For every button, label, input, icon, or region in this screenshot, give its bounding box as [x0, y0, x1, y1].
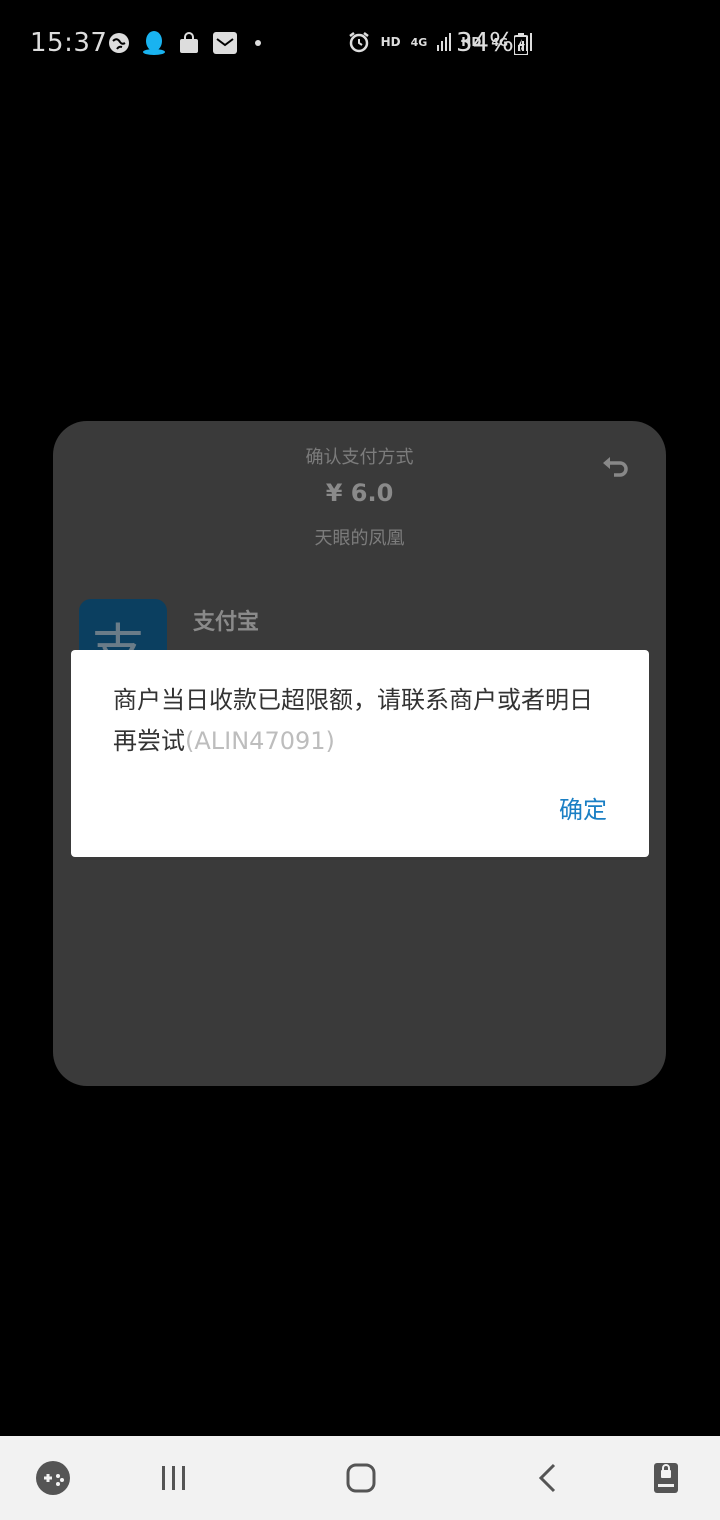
signal-icon — [437, 33, 452, 51]
shopping-bag-icon — [180, 32, 198, 53]
recent-apps-icon — [162, 1466, 185, 1490]
battery-percent: 34% — [456, 28, 514, 58]
back-button[interactable] — [508, 1436, 588, 1520]
game-launcher-button[interactable] — [13, 1436, 93, 1520]
notification-icons — [108, 30, 266, 56]
payment-method-label[interactable]: 支付宝 — [193, 604, 259, 636]
recent-apps-button[interactable] — [134, 1436, 214, 1520]
alarm-icon — [348, 32, 369, 53]
more-notifications-icon — [255, 40, 261, 46]
globe-icon — [109, 33, 129, 53]
error-dialog: 商户当日收款已超限额，请联系商户或者明日再尝试(ALIN47091) 确定 — [71, 650, 649, 857]
navigation-bar — [0, 1436, 720, 1520]
dialog-message: 商户当日收款已超限额，请联系商户或者明日再尝试(ALIN47091) — [113, 680, 613, 762]
dialog-error-code: (ALIN47091) — [185, 727, 335, 755]
hd-indicator-1: HD — [380, 35, 401, 49]
battery-charging-icon — [514, 33, 528, 55]
sheet-title: 确认支付方式 — [305, 447, 414, 468]
network-4g-1: 4G — [410, 35, 428, 49]
payment-amount: ¥ 6.0 — [325, 479, 394, 507]
lock-screen-button[interactable] — [626, 1436, 706, 1520]
back-arrow-icon — [538, 1463, 556, 1493]
gamepad-icon — [36, 1461, 70, 1495]
home-button[interactable] — [321, 1436, 401, 1520]
status-bar: 15:37 HD 4G HD 4G 34% — [0, 0, 720, 88]
merchant-name: 天眼的凤凰 — [314, 528, 405, 549]
home-icon — [346, 1463, 376, 1493]
mail-icon — [213, 32, 237, 54]
lock-icon — [654, 1463, 678, 1493]
status-time: 15:37 — [30, 28, 108, 58]
qq-icon — [143, 31, 165, 55]
confirm-button[interactable]: 确定 — [559, 790, 607, 825]
